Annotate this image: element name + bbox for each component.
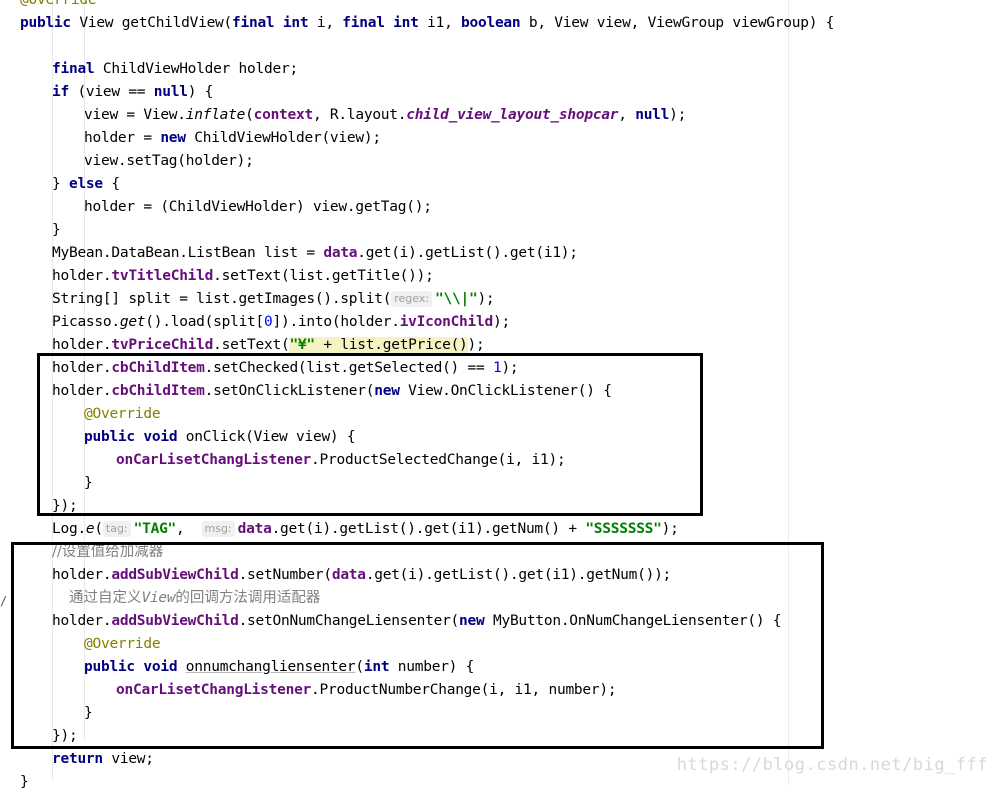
code-token: view; [102, 751, 154, 767]
code-token: data [323, 245, 358, 261]
code-token: i, [308, 15, 343, 31]
code-editor[interactable]: @Override public View getChildView(final … [0, 0, 998, 790]
code-token: else [68, 176, 103, 192]
code-line[interactable]: MyBean.DataBean.ListBean list = data.get… [52, 242, 578, 265]
code-token: @Override [20, 0, 97, 8]
code-token: } [20, 774, 29, 790]
code-token: view.setTag(holder); [84, 153, 254, 169]
code-token: child_view_layout_shopcar [406, 107, 619, 123]
code-token: new [160, 130, 186, 146]
code-token: ]).into(holder. [272, 314, 400, 330]
code-line[interactable]: if (view == null) { [52, 81, 213, 104]
code-line[interactable]: view.setTag(holder); [84, 150, 254, 173]
code-token: context [253, 107, 314, 123]
code-token: "¥" [289, 337, 315, 353]
code-token: holder = (ChildViewHolder) view.getTag()… [84, 199, 432, 215]
code-token: } [52, 176, 69, 192]
parameter-hint: regex: [391, 291, 433, 307]
code-token: MyBean.DataBean.ListBean list = [52, 245, 324, 261]
parameter-hint: msg: [201, 521, 235, 537]
code-token: , [176, 521, 202, 537]
code-token: 0 [264, 314, 273, 330]
code-token: ChildViewHolder(view); [185, 130, 381, 146]
code-token: tvPriceChild [111, 337, 214, 353]
code-token: ivIconChild [399, 314, 494, 330]
code-token: holder. [52, 337, 112, 353]
code-line[interactable]: return view; [52, 748, 154, 771]
code-line[interactable]: final ChildViewHolder holder; [52, 58, 298, 81]
code-token: int [393, 15, 419, 31]
code-token: ); [661, 521, 679, 537]
code-token: + list.getPrice() [314, 337, 468, 353]
gutter-mark: / [0, 594, 8, 608]
code-line[interactable]: view = View.inflate(context, R.layout.ch… [84, 104, 686, 127]
code-line[interactable]: } else { [52, 173, 120, 196]
parameter-hint: tag: [102, 521, 131, 537]
code-token: return [52, 751, 103, 767]
code-token: final [52, 61, 95, 77]
highlight-box-num-change-listener [11, 542, 824, 749]
code-line[interactable]: @Override [20, 0, 97, 12]
code-token: } [52, 222, 61, 238]
code-token: ().load(split[ [145, 314, 265, 330]
code-token: Picasso. [52, 314, 120, 330]
code-token: int [282, 15, 309, 31]
code-token: "TAG" [133, 521, 177, 537]
code-token: , [618, 107, 636, 123]
code-token: ) { [187, 84, 214, 100]
code-token: final [232, 15, 275, 31]
code-token: if [52, 84, 69, 100]
code-token: ); [669, 107, 687, 123]
code-token: .setText(list.getTitle()); [213, 268, 434, 284]
code-token: String[] split = list.getImages().split( [52, 291, 392, 307]
code-token: "\\|" [435, 291, 478, 307]
code-line[interactable]: Log.e(tag: "TAG", msg: data.get(i).getList… [52, 518, 679, 541]
code-line[interactable]: public View getChildView(final int i, fi… [20, 12, 834, 35]
code-line[interactable]: } [52, 219, 61, 242]
watermark: https://blog.csdn.net/big_fff [676, 755, 988, 775]
code-token: boolean [461, 15, 521, 31]
code-line[interactable]: holder = (ChildViewHolder) view.getTag()… [84, 196, 432, 219]
code-token: b, View view, ViewGroup viewGroup) { [520, 15, 835, 31]
code-token: , R.layout. [312, 107, 407, 123]
code-token: ChildViewHolder holder; [94, 61, 298, 77]
code-token: final [342, 15, 385, 31]
code-token: View getChildView( [70, 15, 233, 31]
code-token: data [237, 521, 272, 537]
code-line[interactable]: Picasso.get().load(split[0]).into(holder… [52, 311, 510, 334]
code-line[interactable]: String[] split = list.getImages().split(… [52, 288, 495, 311]
code-token: i1, [418, 15, 462, 31]
code-token: view = View. [84, 107, 186, 123]
code-token: ( [245, 107, 254, 123]
code-token: .get(i).getList().get(i1); [357, 245, 578, 261]
code-token: holder = [84, 130, 161, 146]
code-token: null [153, 84, 188, 100]
code-token: tvTitleChild [111, 268, 214, 284]
code-token: { [102, 176, 120, 192]
code-token: get [119, 314, 146, 330]
code-token: inflate [185, 107, 246, 123]
code-line[interactable]: holder = new ChildViewHolder(view); [84, 127, 381, 150]
code-token: Log. [52, 521, 86, 537]
code-line[interactable]: holder.tvTitleChild.setText(list.getTitl… [52, 265, 434, 288]
code-line[interactable]: } [20, 771, 29, 794]
code-token: .get(i).getList().get(i1).getNum() + [271, 521, 586, 537]
code-token: null [635, 107, 670, 123]
code-token: (view == [68, 84, 154, 100]
code-token: ( [94, 521, 103, 537]
code-token: ); [492, 314, 510, 330]
code-token: ); [467, 337, 485, 353]
code-token: public [20, 15, 71, 31]
code-token: holder. [52, 268, 112, 284]
code-token: .setText( [213, 337, 290, 353]
highlight-box-click-listener [37, 353, 703, 516]
code-token: "SSSSSSS" [585, 521, 662, 537]
code-token: ); [477, 291, 495, 307]
